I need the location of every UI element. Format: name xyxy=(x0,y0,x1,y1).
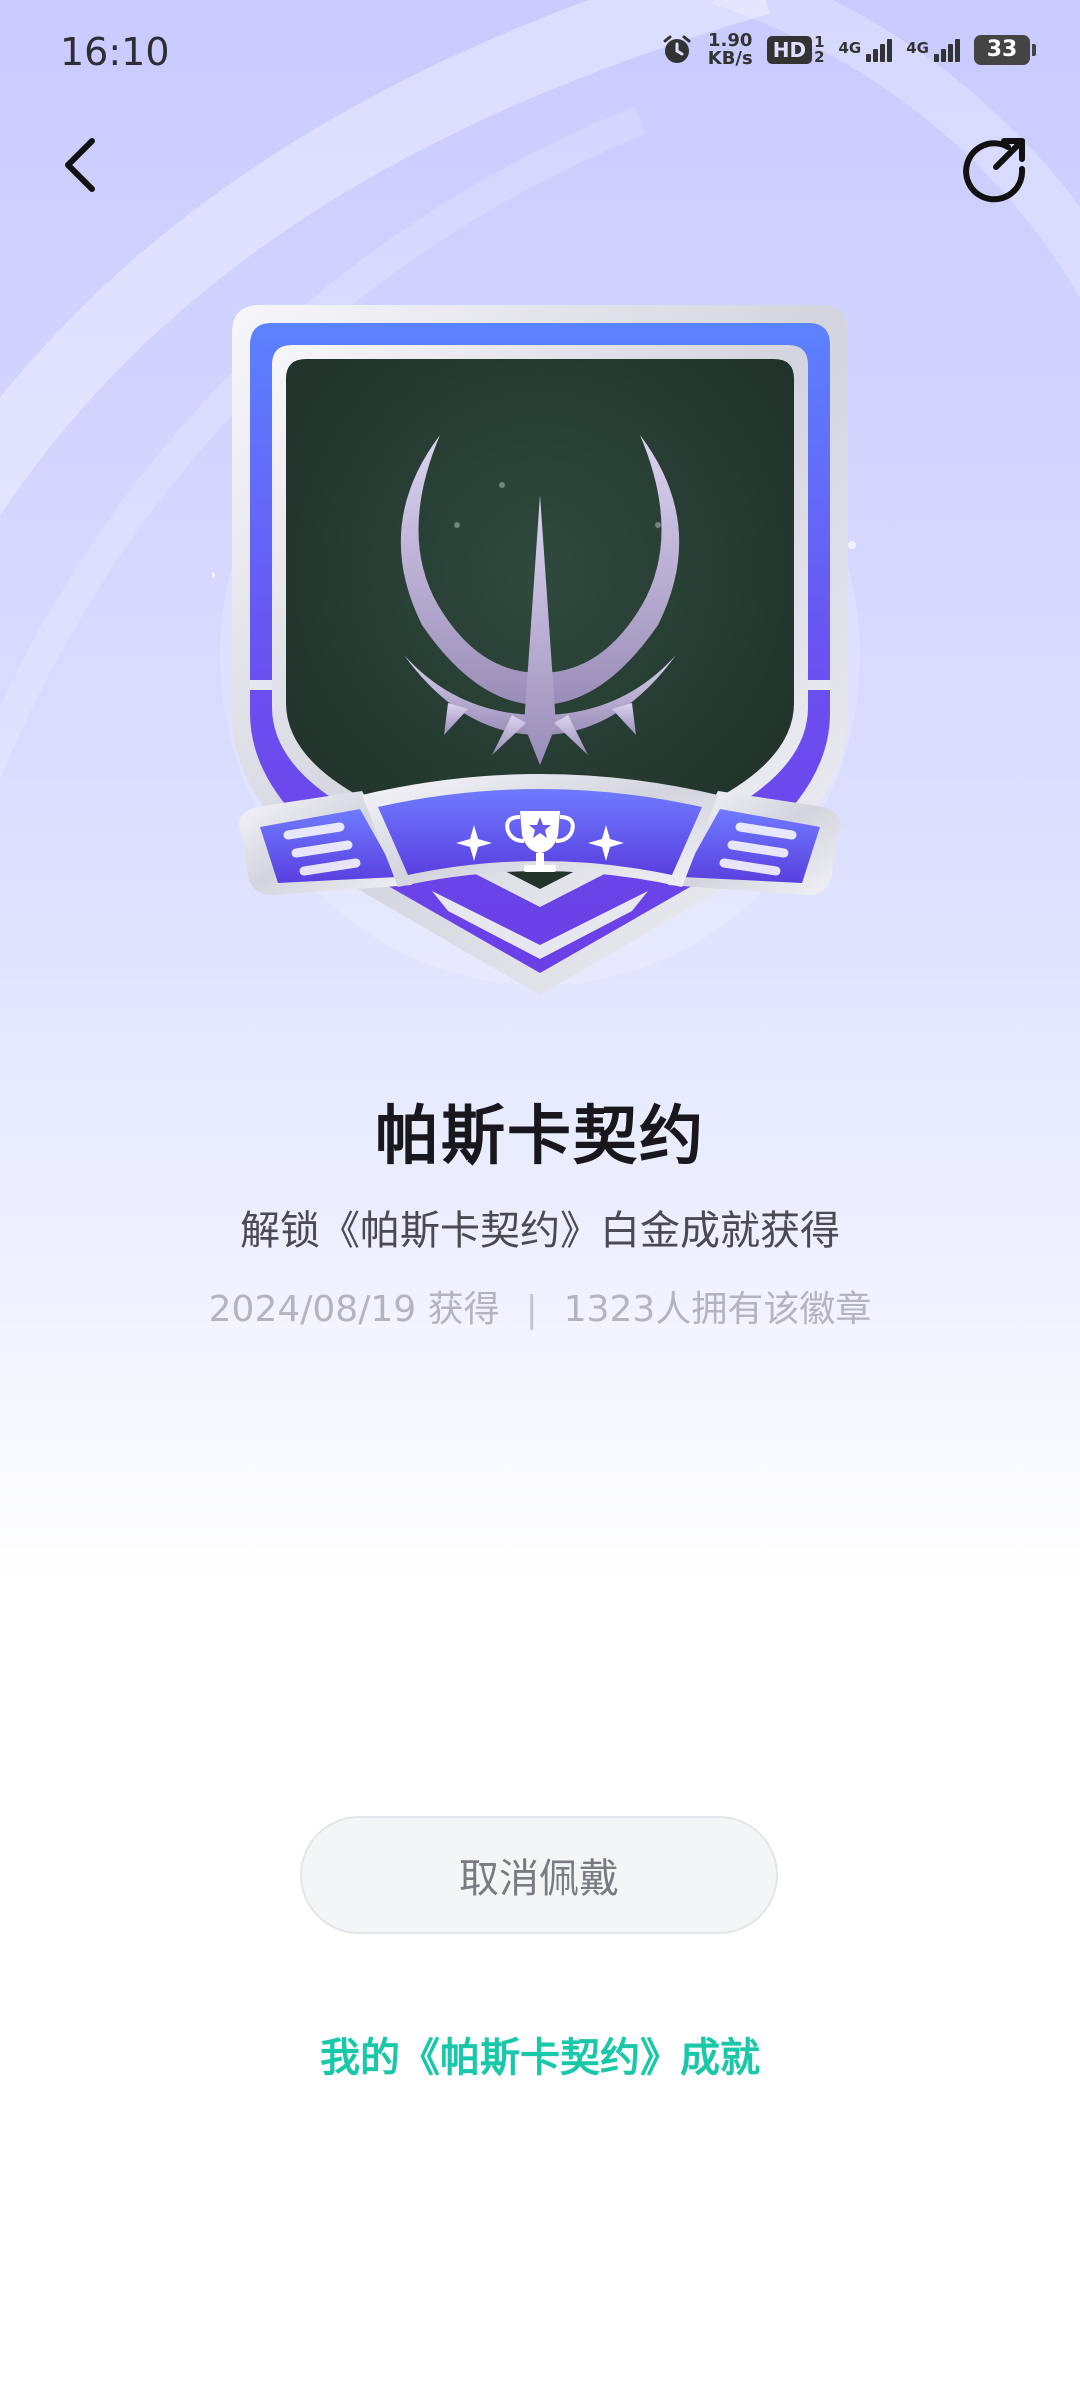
hd-sub-2: 2 xyxy=(814,48,825,66)
hd-label: HD xyxy=(766,36,813,64)
badge-meta: 2024/08/19 获得 | 1323人拥有该徽章 xyxy=(0,1280,1080,1332)
status-icons: 1.90 KB/s HD 1 2 4G 4G 33 xyxy=(660,32,1036,68)
sim1-label: 4G xyxy=(838,38,862,57)
my-achievements-link[interactable]: 我的《帕斯卡契约》成就 xyxy=(0,2025,1080,2083)
badge-description: 解锁《帕斯卡契约》白金成就获得 xyxy=(240,1208,840,1254)
share-icon xyxy=(963,138,1026,203)
net-speed-unit: KB/s xyxy=(707,48,753,69)
alarm-icon xyxy=(663,35,691,63)
badge-emblem xyxy=(212,305,860,995)
chevron-left-icon xyxy=(65,138,95,192)
badge-owners: 1323人拥有该徽章 xyxy=(563,1289,872,1330)
hd-voice-icon: HD 1 2 xyxy=(766,35,825,66)
unwear-button[interactable]: 取消佩戴 xyxy=(300,1816,778,1934)
share-button[interactable] xyxy=(955,130,1035,210)
badge-title: 帕斯卡契约 xyxy=(375,1100,705,1174)
signal-icon: 4G xyxy=(838,38,893,62)
status-time: 16:10 xyxy=(60,30,170,74)
back-button[interactable] xyxy=(45,130,115,200)
battery-icon: 33 xyxy=(974,35,1036,65)
sim2-label: 4G xyxy=(906,38,929,57)
status-bar: 16:10 1.90 KB/s HD 1 2 4G 4G 33 xyxy=(0,0,1080,110)
signal-icon-2: 4G xyxy=(906,38,960,62)
badge-date: 2024/08/19 获得 xyxy=(208,1289,500,1330)
meta-separator: | xyxy=(525,1289,538,1330)
net-speed: 1.90 KB/s xyxy=(708,32,753,68)
